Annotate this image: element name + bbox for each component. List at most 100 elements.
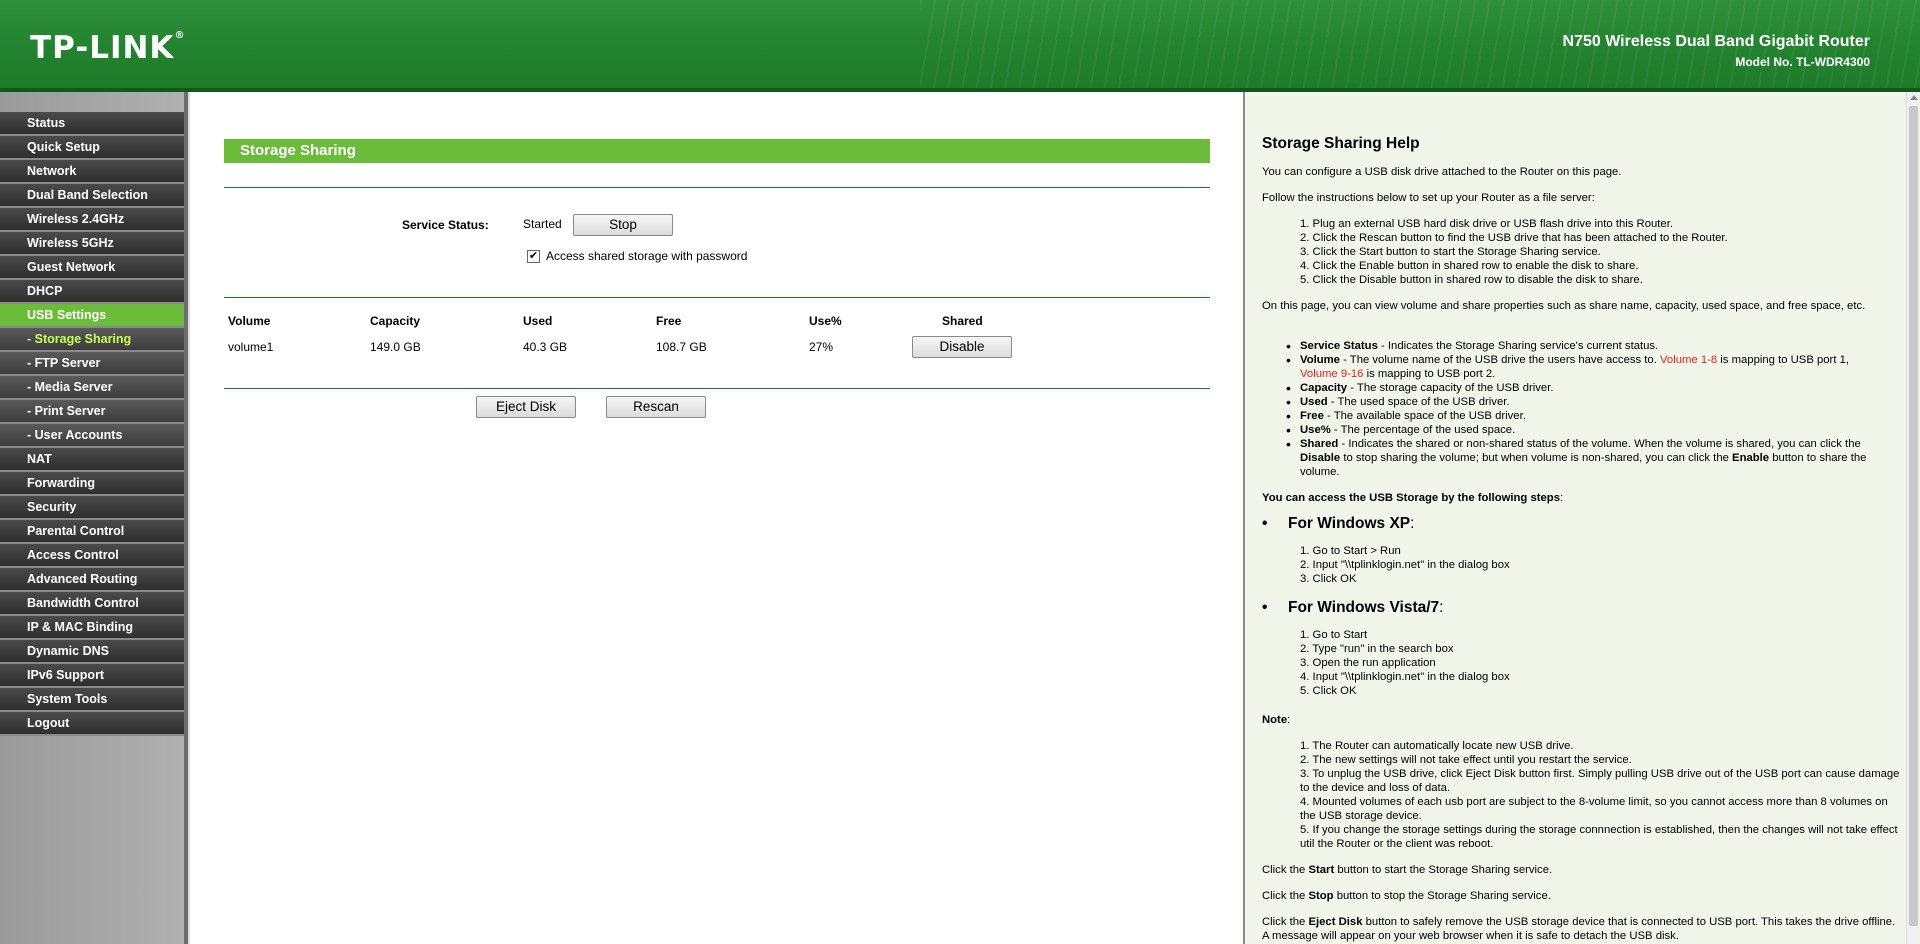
help-step: 1. Plug an external USB hard disk drive … [1300,218,1673,230]
help-stop-info: Click the Stop button to stop the Storag… [1262,890,1551,902]
help-note: 4. Mounted volumes of each usb port are … [1300,796,1888,822]
password-checkbox[interactable]: ✔ [527,250,540,263]
column-header-use-percent: Use% [809,314,842,328]
disable-share-button[interactable]: Disable [912,336,1012,358]
divider [224,187,1210,188]
column-header-used: Used [523,314,553,328]
submenu-item-storage-sharing[interactable]: - Storage Sharing [0,328,184,352]
menu-item-dhcp[interactable]: DHCP [0,280,184,304]
help-note: 5. If you change the storage settings du… [1300,824,1898,850]
menu-item-access-control[interactable]: Access Control [0,544,184,568]
menu-item-advanced-routing[interactable]: Advanced Routing [0,568,184,592]
divider [224,388,1210,389]
column-header-volume: Volume [228,314,271,328]
rescan-button[interactable]: Rescan [606,396,706,418]
scroll-up-arrow-icon[interactable] [1910,95,1918,100]
help-note: 1. The Router can automatically locate n… [1300,740,1574,752]
help-step: 3. Open the run application [1300,657,1436,669]
service-status-label: Service Status: [402,218,489,232]
help-start-info: Click the Start button to start the Stor… [1262,864,1553,876]
help-windows-xp-heading: • For Windows XP: [1262,515,1415,532]
menu-item-quick-setup[interactable]: Quick Setup [0,136,184,160]
help-field-descriptions: • Service Status - Indicates the Storage … [1286,338,1898,479]
header-banner: TP-LINK® N750 Wireless Dual Band Gigabit… [0,0,1920,92]
help-volume-info: On this page, you can view volume and sh… [1262,300,1866,312]
sidebar: Status Quick Setup Network Dual Band Sel… [0,92,188,944]
help-note: 3. To unplug the USB drive, click Eject … [1300,768,1900,794]
help-access-heading: You can access the USB Storage by the fo… [1262,492,1564,504]
help-step: 3. Click OK [1300,573,1357,585]
help-panel: Storage Sharing Help You can configure a… [1243,92,1920,944]
help-setup-steps: 1. Plug an external USB hard disk drive … [1300,217,1900,287]
help-step: 3. Click the Start button to start the S… [1300,246,1601,258]
help-step: 2. Click the Rescan button to find the U… [1300,232,1728,244]
help-windows-xp-steps: 1. Go to Start > Run 2. Input "\\tplinkl… [1300,544,1900,586]
service-status-value: Started [523,217,562,231]
help-step: 5. Click OK [1300,685,1357,697]
cell-use-percent: 27% [809,340,834,354]
help-bullet-volume: • Volume - The volume name of the USB dri… [1286,352,1850,380]
menu-item-logout[interactable]: Logout [0,712,184,736]
menu-item-nat[interactable]: NAT [0,448,184,472]
submenu-item-print-server[interactable]: - Print Server [0,400,184,424]
help-note-heading: Note: [1262,714,1291,726]
cell-used: 40.3 GB [523,340,568,354]
page-title: Storage Sharing [224,139,1210,163]
help-bullet-free: • Free - The available space of the USB d… [1286,408,1526,424]
column-header-capacity: Capacity [370,314,421,328]
menu-item-ip-mac-binding[interactable]: IP & MAC Binding [0,616,184,640]
product-name: N750 Wireless Dual Band Gigabit Router [1562,33,1870,50]
column-header-free: Free [656,314,682,328]
help-eject-info: Click the Eject Disk button to safely re… [1262,916,1896,942]
menu-item-dynamic-dns[interactable]: Dynamic DNS [0,640,184,664]
help-intro-2: Follow the instructions below to set up … [1262,192,1595,204]
cell-volume: volume1 [228,340,274,354]
help-bullet-service-status: • Service Status - Indicates the Storage … [1286,338,1659,354]
help-bullet-capacity: • Capacity - The storage capacity of the … [1286,380,1554,396]
menu-item-ipv6-support[interactable]: IPv6 Support [0,664,184,688]
help-windows-vista-steps: 1. Go to Start 2. Type "run" in the sear… [1300,628,1900,698]
menu-item-system-tools[interactable]: System Tools [0,688,184,712]
menu-item-guest-network[interactable]: Guest Network [0,256,184,280]
submenu-item-ftp-server[interactable]: - FTP Server [0,352,184,376]
menu-item-status[interactable]: Status [0,112,184,136]
tplink-logo: TP-LINK® [30,30,186,66]
menu-item-security[interactable]: Security [0,496,184,520]
eject-disk-button[interactable]: Eject Disk [476,396,576,418]
stop-button[interactable]: Stop [573,214,673,236]
help-scrollbar[interactable] [1906,92,1920,944]
menu-item-wireless-2-4ghz[interactable]: Wireless 2.4GHz [0,208,184,232]
help-step: 1. Go to Start > Run [1300,545,1401,557]
help-step: 4. Click the Enable button in shared row… [1300,260,1639,272]
help-step: 5. Click the Disable button in shared ro… [1300,274,1643,286]
submenu-item-media-server[interactable]: - Media Server [0,376,184,400]
cell-capacity: 149.0 GB [370,340,421,354]
help-step: 4. Input "\\tplinklogin.net" in the dial… [1300,671,1510,683]
help-title: Storage Sharing Help [1262,135,1420,152]
menu-item-dual-band-selection[interactable]: Dual Band Selection [0,184,184,208]
help-step: 1. Go to Start [1300,629,1368,641]
menu-item-wireless-5ghz[interactable]: Wireless 5GHz [0,232,184,256]
divider [224,297,1210,298]
menu-item-usb-settings[interactable]: USB Settings [0,304,184,328]
main-panel: Storage Sharing Service Status: Started … [188,92,1243,944]
help-windows-vista-heading: • For Windows Vista/7: [1262,599,1444,616]
menu-item-bandwidth-control[interactable]: Bandwidth Control [0,592,184,616]
menu-item-parental-control[interactable]: Parental Control [0,520,184,544]
submenu-item-user-accounts[interactable]: - User Accounts [0,424,184,448]
cell-free: 108.7 GB [656,340,707,354]
help-intro-1: You can configure a USB disk drive attac… [1262,166,1622,178]
menu-item-forwarding[interactable]: Forwarding [0,472,184,496]
help-bullet-use-percent: • Use% - The percentage of the used space… [1286,422,1516,438]
scrollbar-thumb[interactable] [1909,106,1918,926]
model-number: Model No. TL-WDR4300 [1735,55,1870,69]
menu-item-network[interactable]: Network [0,160,184,184]
help-step: 2. Input "\\tplinklogin.net" in the dial… [1300,559,1510,571]
column-header-shared: Shared [942,314,983,328]
sidebar-menu: Status Quick Setup Network Dual Band Sel… [0,112,184,736]
help-bullet-used: • Used - The used space of the USB driver… [1286,394,1510,410]
help-notes: 1. The Router can automatically locate n… [1300,739,1900,851]
help-step: 2. Type "run" in the search box [1300,643,1454,655]
help-note: 2. The new settings will not take effect… [1300,754,1632,766]
password-checkbox-label: Access shared storage with password [546,249,748,263]
